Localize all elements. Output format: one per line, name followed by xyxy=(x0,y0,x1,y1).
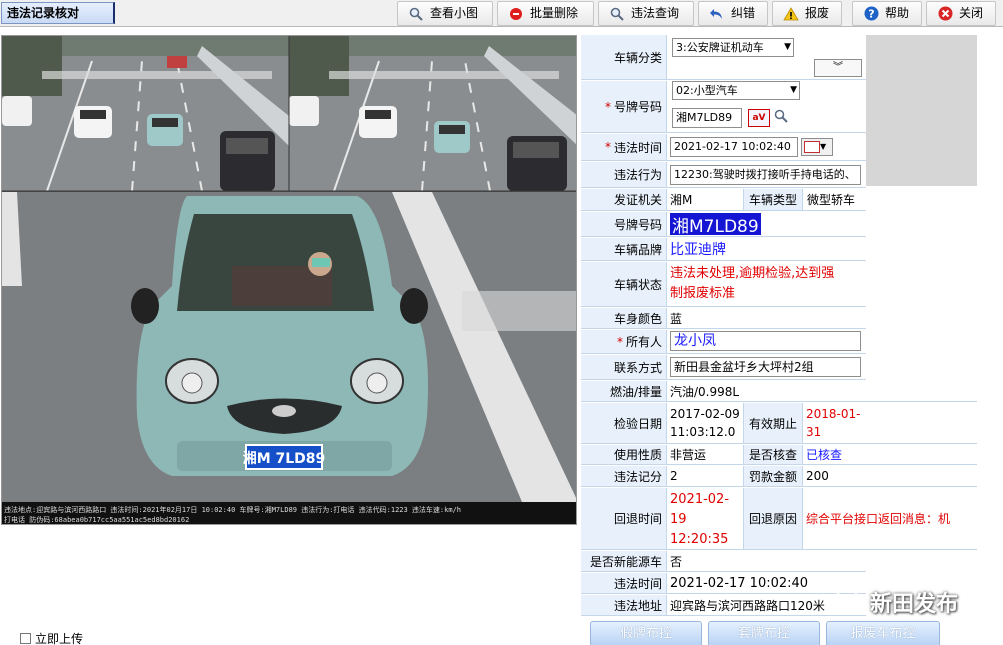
double-chevron-down-icon: ︾ xyxy=(833,62,843,73)
magnifier-icon[interactable] xyxy=(774,109,788,126)
violation-time-input[interactable]: 2021-02-17 10:02:40 xyxy=(670,137,798,157)
batch-delete-button[interactable]: 批量删除 xyxy=(497,1,594,26)
plate-number-highlight: 湘M7LD89 xyxy=(670,213,761,237)
expand-button[interactable]: ︾ xyxy=(814,59,862,77)
search-icon xyxy=(408,6,424,22)
correct-button[interactable]: 纠错 xyxy=(698,1,768,26)
row-body-color: 车身颜色 蓝 xyxy=(581,308,866,329)
checkbox[interactable] xyxy=(20,633,31,644)
row-violation-act: 违法行为 12230:驾驶时拨打接听手持电话的、 xyxy=(581,162,866,188)
close-icon xyxy=(937,6,953,22)
warning-icon xyxy=(783,6,799,22)
vehicle-category-select[interactable]: 3:公安牌证机动车 ▼ xyxy=(672,38,794,57)
overview-photo-left xyxy=(2,36,289,192)
plate-number-input[interactable]: 湘M7LD89 xyxy=(672,108,742,128)
row-usage: 使用性质 非营运 是否核查 已核查 xyxy=(581,445,977,465)
violation-photo-drawing: 湘M 7LD89 违法地点:迎宾路与滨河西路路口 违法时间:2021年02月17… xyxy=(2,36,576,524)
violation-photo[interactable]: 湘M 7LD89 违法地点:迎宾路与滨河西路路口 违法时间:2021年02月17… xyxy=(1,35,577,525)
cloned-plate-button[interactable]: 套牌布控 xyxy=(708,621,820,645)
row-points: 违法记分 2 罚款金额 200 xyxy=(581,466,977,487)
row-return: 回退时间 2021-02- 19 12:20:35 回退原因 综合平台接口返回消… xyxy=(581,488,977,550)
row-violation-time: * 违法时间 2021-02-17 10:02:40 ▼ xyxy=(581,134,866,161)
row-status: 车辆状态 违法未处理,逾期检验,达到强 制报废标准 xyxy=(581,262,866,307)
row-brand: 车辆品牌 比亚迪牌 xyxy=(581,238,866,261)
svg-text:?: ? xyxy=(868,8,874,21)
close-button[interactable]: 关闭 xyxy=(926,1,996,26)
report-invalid-button[interactable]: 报废 xyxy=(772,1,842,26)
help-icon: ? xyxy=(863,6,879,22)
calendar-icon xyxy=(804,140,820,153)
vehicle-info-form: 车辆分类 3:公安牌证机动车 ▼ ︾ * 号牌号码 02:小型汽车 ▼ 湘M7LD89… xyxy=(581,35,977,616)
view-thumbnail-button[interactable]: 查看小图 xyxy=(397,1,493,26)
row-plate-number: 号牌号码 湘M7LD89 xyxy=(581,212,866,237)
row-new-energy: 是否新能源车 否 xyxy=(581,551,866,572)
chevron-down-icon: ▼ xyxy=(784,42,791,52)
chevron-down-icon: ▼ xyxy=(790,85,797,95)
wechat-icon xyxy=(836,587,864,617)
owner-input[interactable]: 龙小凤 xyxy=(670,331,861,351)
row-inspection: 检验日期 2017-02-09 11:03:12.0 有效期止 2018-01-… xyxy=(581,403,977,444)
help-button[interactable]: ? 帮助 xyxy=(852,1,922,26)
search-icon xyxy=(609,6,625,22)
row-vehicle-category: 车辆分类 3:公安牌证机动车 ▼ ︾ xyxy=(581,35,866,80)
toolbar: 违法记录核对 查看小图 批量删除 违法查询 纠错 报废 ? 帮助 关闭 xyxy=(0,0,1003,27)
closeup-photo: 湘M 7LD89 xyxy=(2,192,576,502)
undo-icon xyxy=(709,6,725,22)
row-violation-time2: 违法时间 2021-02-17 10:02:40 xyxy=(581,573,866,594)
row-plate-type: * 号牌号码 02:小型汽车 ▼ 湘M7LD89 aV xyxy=(581,81,866,133)
watermark: 新田发布 xyxy=(836,586,958,618)
plate-type-select[interactable]: 02:小型汽车 ▼ xyxy=(672,81,800,100)
overview-photo-right xyxy=(289,36,576,192)
row-owner: * 所有人 龙小凤 xyxy=(581,330,866,354)
fake-plate-button[interactable]: 假牌布控 xyxy=(590,621,702,645)
calendar-picker[interactable]: ▼ xyxy=(801,138,833,156)
stop-icon xyxy=(508,6,524,22)
row-contact: 联系方式 新田县金盆圩乡大坪村2组 xyxy=(581,355,866,380)
photo-caption-line1: 违法地点:迎宾路与滨河西路路口 违法时间:2021年02月17日 10:02:4… xyxy=(4,505,461,514)
plate-lookup-icon[interactable]: aV xyxy=(748,109,770,127)
violation-query-button[interactable]: 违法查询 xyxy=(598,1,694,26)
upload-now-checkbox[interactable]: 立即上传 xyxy=(20,630,83,645)
contact-input[interactable]: 新田县金盆圩乡大坪村2组 xyxy=(670,357,861,377)
row-issuing-authority: 发证机关 湘M 车辆类型 微型轿车 xyxy=(581,189,866,211)
row-violation-place: 违法地址 迎宾路与滨河西路路口120米 xyxy=(581,595,866,616)
scrapped-vehicle-button[interactable]: 报废车布控 xyxy=(826,621,940,645)
plate-text: 湘M 7LD89 xyxy=(243,450,326,467)
row-fuel: 燃油/排量 汽油/0.998L xyxy=(581,381,977,402)
label-vehicle-category: 车辆分类 xyxy=(581,35,667,79)
photo-caption-line2: 打电话 防伪码:68abea0b717cc5aa551ac5ed8bd20162 xyxy=(4,515,189,524)
violation-act-select[interactable]: 12230:驾驶时拨打接听手持电话的、 xyxy=(670,165,861,185)
tab-title[interactable]: 违法记录核对 xyxy=(1,2,115,24)
